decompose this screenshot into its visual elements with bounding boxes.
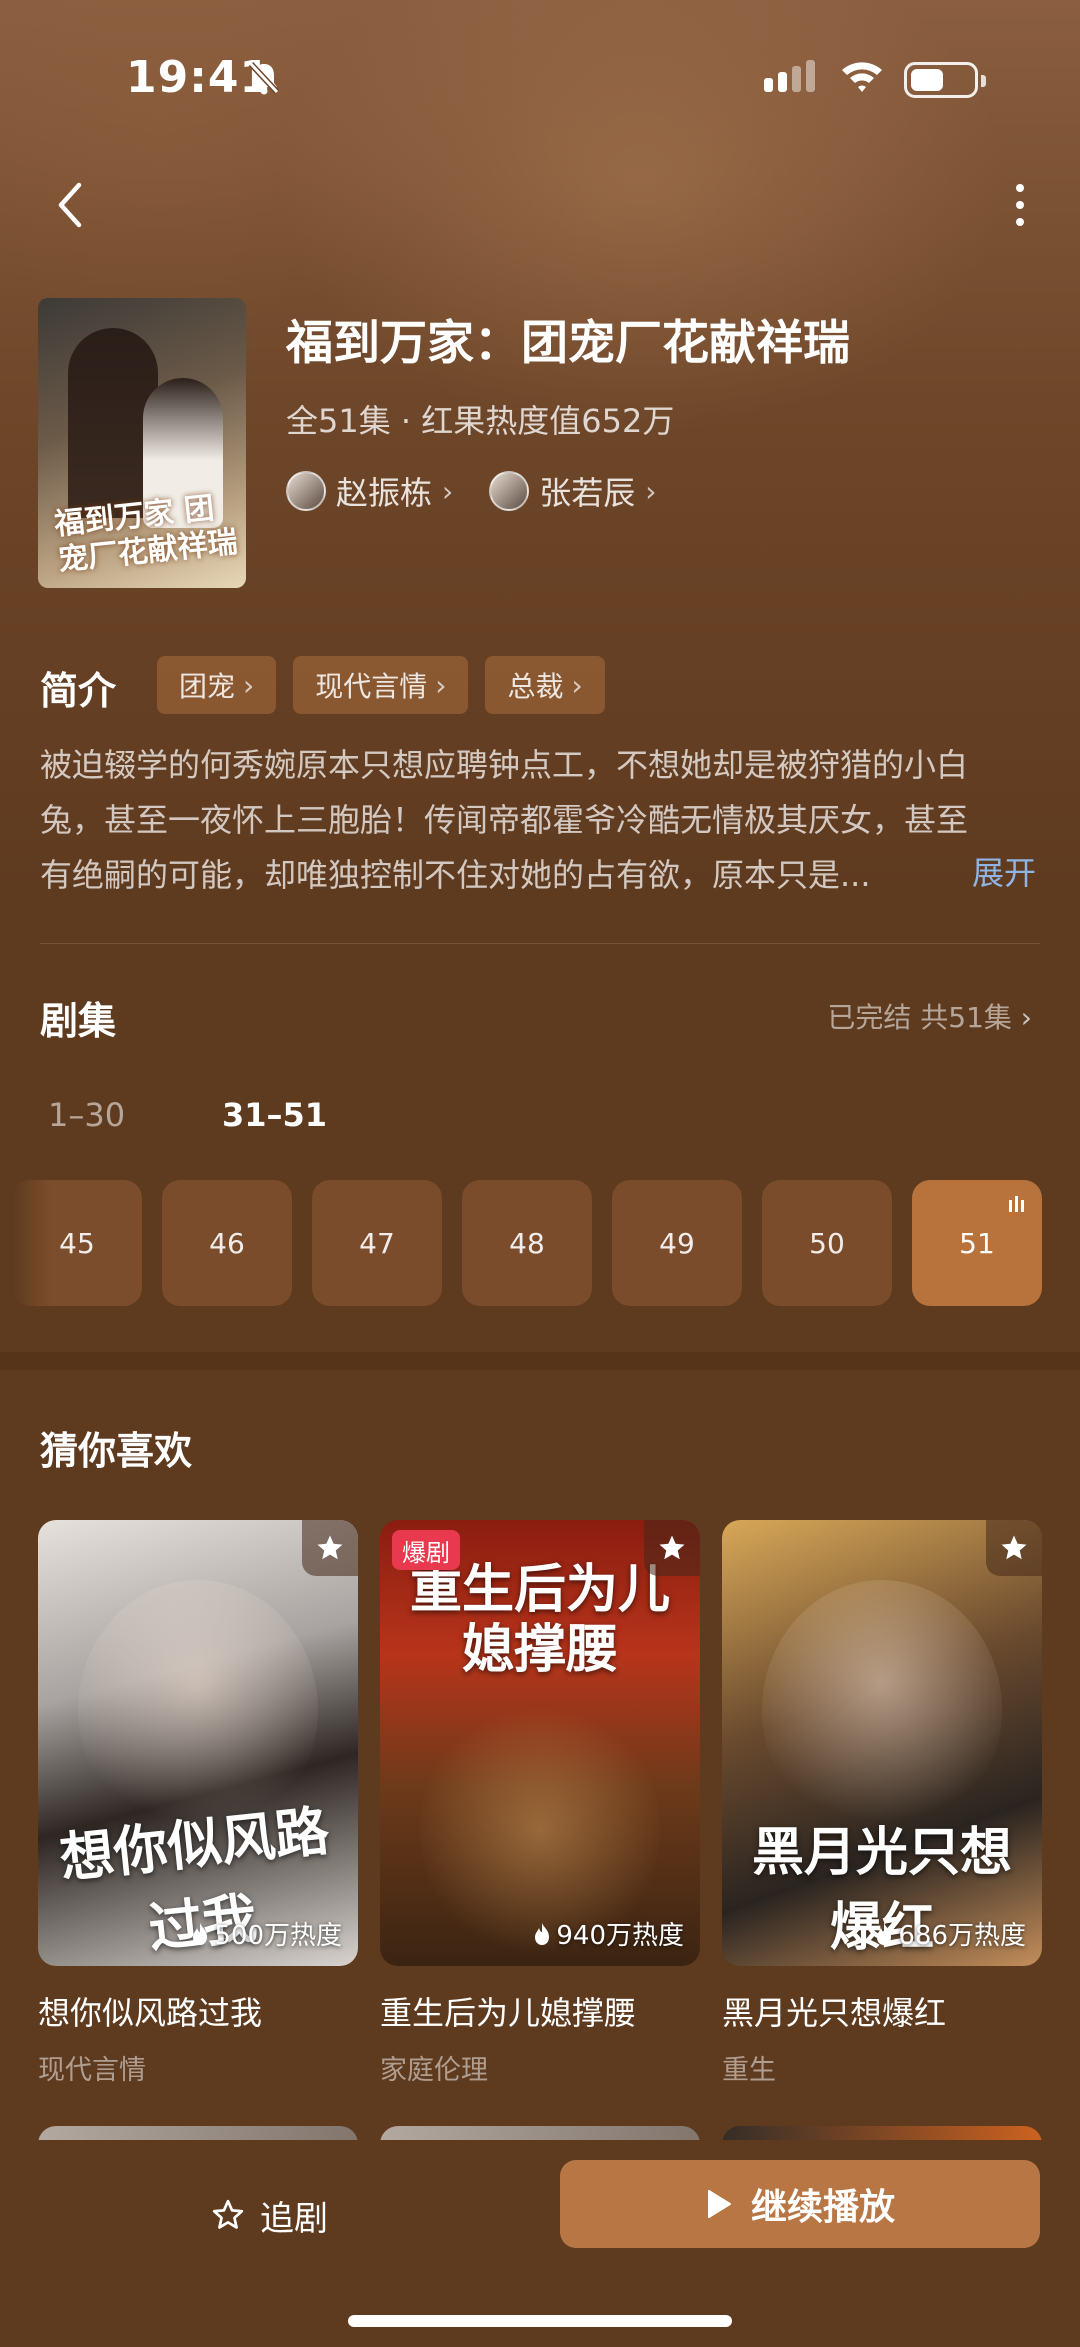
intro-line: 有绝嗣的可能，却唯独控制不住对她的占有欲，原本只是... <box>40 856 871 894</box>
home-indicator <box>348 2315 732 2327</box>
heat-indicator: 940万热度 <box>532 1915 684 1952</box>
episodes-label: 剧集 <box>40 999 117 1043</box>
actor-name: 张若辰 <box>539 474 636 512</box>
recommend-title: 黑月光只想爆红 <box>722 1994 947 2032</box>
drama-poster[interactable]: 福到万家 团宠厂花献祥瑞 <box>38 298 246 588</box>
play-icon <box>707 2190 731 2218</box>
recommend-genre: 现代言情 <box>38 2055 146 2086</box>
flame-icon <box>535 1922 550 1945</box>
tag-chip[interactable]: 总裁 › <box>485 656 605 714</box>
flame-icon <box>877 1922 892 1945</box>
range-tab-1[interactable]: 1–30 <box>48 1096 125 1134</box>
tag-chip[interactable]: 现代言情 › <box>293 656 469 714</box>
recommend-title: 重生后为儿媳撑腰 <box>380 1994 637 2032</box>
actor-link[interactable]: 赵振栋 › <box>286 468 453 514</box>
recommend-card[interactable]: 黑月光只想爆红 686万热度 黑月光只想爆红 重生 <box>722 1520 1042 2087</box>
recommend-card[interactable]: 想你似风路过我 500万热度 想你似风路过我 现代言情 <box>38 1520 358 2087</box>
now-playing-icon <box>1009 1196 1024 1212</box>
battery-icon <box>904 62 986 98</box>
recommend-label: 猜你喜欢 <box>40 1429 193 1473</box>
expand-link[interactable]: 展开 <box>972 848 1036 894</box>
continue-play-button[interactable]: 继续播放 <box>560 2160 1040 2248</box>
avatar <box>286 471 326 511</box>
more-options-button[interactable] <box>995 175 1045 235</box>
star-outline-icon <box>212 2199 244 2229</box>
recommend-title: 想你似风路过我 <box>38 1994 263 2032</box>
heat-value: 686万热度 <box>898 1921 1026 1951</box>
episode-button[interactable]: 47 <box>312 1180 442 1306</box>
chevron-right-icon: › <box>645 474 657 508</box>
tag-label: 总裁 <box>507 670 564 703</box>
episodes-status-link[interactable]: 已完结 共51集 › <box>827 996 1032 1036</box>
follow-label: 追剧 <box>260 2198 328 2239</box>
episode-number: 51 <box>959 1226 995 1260</box>
heat-value: 500万热度 <box>214 1921 342 1951</box>
follow-button[interactable]: 追剧 <box>210 2180 328 2250</box>
section-separator <box>0 1352 1080 1370</box>
tag-label: 现代言情 <box>315 670 428 703</box>
recommend-grid: 想你似风路过我 500万热度 想你似风路过我 现代言情 重生后为儿媳撑腰 爆剧 <box>38 1520 1042 2087</box>
flame-icon <box>193 1922 208 1945</box>
tag-chip[interactable]: 团宠 › <box>157 656 277 714</box>
back-button[interactable] <box>40 175 100 235</box>
drama-meta: 全51集 · 红果热度值652万 <box>286 402 675 440</box>
episode-button-current[interactable]: 51 <box>912 1180 1042 1306</box>
heat-value: 940万热度 <box>556 1921 684 1951</box>
bell-muted-icon <box>248 61 280 95</box>
actor-link[interactable]: 张若辰 › <box>489 468 656 514</box>
recommend-card[interactable]: 重生后为儿媳撑腰 爆剧 940万热度 重生后为儿媳撑腰 家庭伦理 <box>380 1520 700 2087</box>
intro-line: 被迫辍学的何秀婉原本只想应聘钟点工，不想她却是被狩猎的小白 <box>40 746 969 784</box>
chevron-right-icon: › <box>243 668 255 702</box>
episode-button[interactable]: 48 <box>462 1180 592 1306</box>
episode-list: 45 46 47 48 49 50 51 <box>12 1180 1042 1306</box>
recommend-cover: 黑月光只想爆红 686万热度 <box>722 1520 1042 1966</box>
recommend-cover: 重生后为儿媳撑腰 爆剧 940万热度 <box>380 1520 700 1966</box>
star-icon[interactable] <box>644 1520 700 1576</box>
tag-label: 团宠 <box>179 670 236 703</box>
heat-indicator: 500万热度 <box>190 1915 342 1952</box>
cover-title-text: 重生后为儿媳撑腰 <box>409 1560 670 1680</box>
recommend-genre: 重生 <box>722 2055 776 2086</box>
star-icon[interactable] <box>986 1520 1042 1576</box>
divider <box>40 943 1040 944</box>
episode-button[interactable]: 50 <box>762 1180 892 1306</box>
intro-text: 被迫辍学的何秀婉原本只想应聘钟点工，不想她却是被狩猎的小白 兔，甚至一夜怀上三胞… <box>40 738 1040 903</box>
hot-badge: 爆剧 <box>392 1530 460 1570</box>
continue-play-label: 继续播放 <box>750 2187 895 2228</box>
episode-button[interactable]: 46 <box>162 1180 292 1306</box>
avatar <box>489 471 530 511</box>
heat-indicator: 686万热度 <box>874 1915 1026 1952</box>
actor-list: 赵振栋 › 张若辰 › <box>286 468 656 514</box>
chevron-right-icon: › <box>435 668 447 702</box>
episode-button[interactable]: 45 <box>12 1180 142 1306</box>
recommend-genre: 家庭伦理 <box>380 2055 488 2086</box>
episode-button[interactable]: 49 <box>612 1180 742 1306</box>
recommend-cover: 想你似风路过我 500万热度 <box>38 1520 358 1966</box>
range-tab-2[interactable]: 31–51 <box>222 1096 327 1134</box>
chevron-right-icon: › <box>1020 1001 1032 1034</box>
intro-label: 简介 <box>40 669 117 713</box>
chevron-right-icon: › <box>442 474 454 508</box>
actor-name: 赵振栋 <box>336 474 433 512</box>
intro-line: 兔，甚至一夜怀上三胞胎！传闻帝都霍爷冷酷无情极其厌女，甚至 <box>40 801 969 839</box>
chevron-left-icon <box>58 182 82 228</box>
star-icon[interactable] <box>302 1520 358 1576</box>
wifi-icon <box>842 62 882 92</box>
chevron-right-icon: › <box>571 668 583 702</box>
drama-title: 福到万家：团宠厂花献祥瑞 <box>286 316 850 371</box>
episodes-status: 已完结 共51集 <box>827 1001 1012 1034</box>
tag-list: 团宠 › 现代言情 › 总裁 › <box>157 656 605 714</box>
